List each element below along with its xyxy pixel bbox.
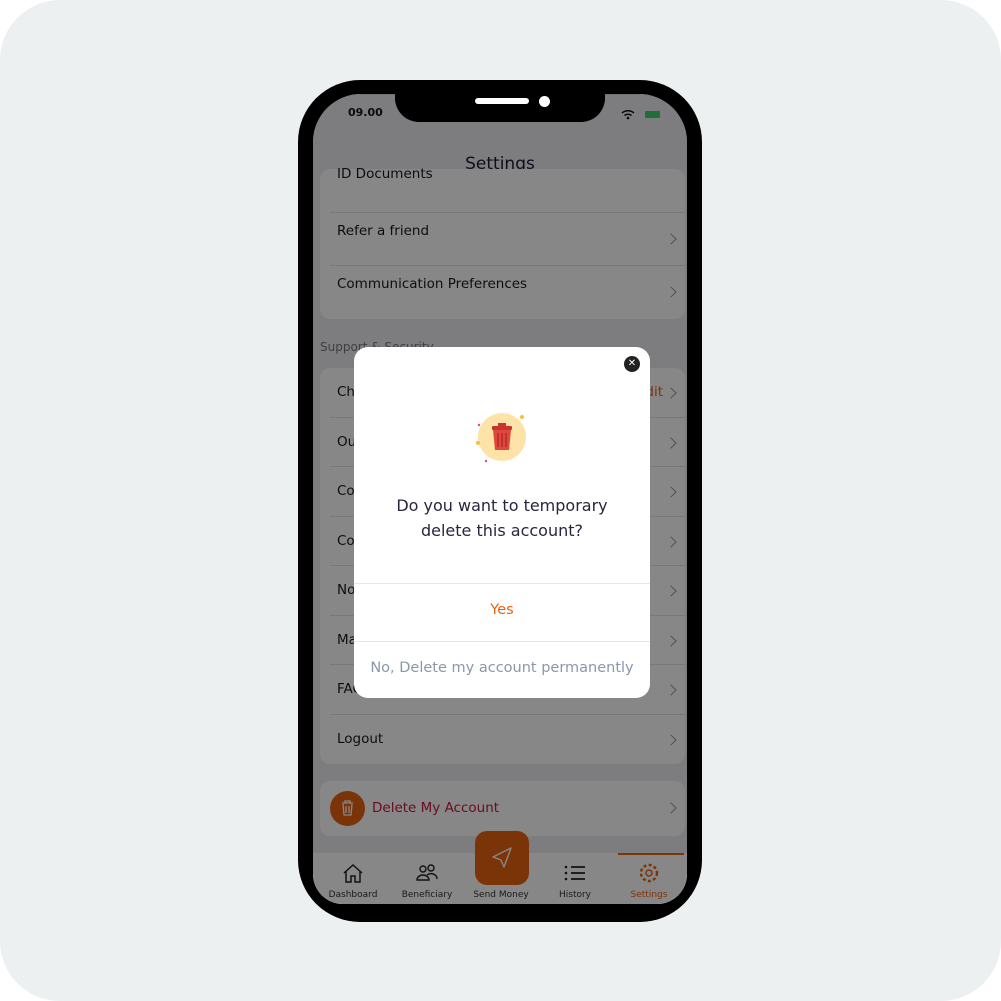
- speaker: [475, 98, 529, 104]
- dialog-question: Do you want to temporary delete this acc…: [396, 496, 608, 540]
- camera: [539, 96, 550, 107]
- divider: [354, 583, 650, 584]
- trash-icon: [476, 413, 526, 463]
- yes-button[interactable]: Yes: [354, 602, 650, 618]
- delete-permanently-button[interactable]: No, Delete my account permanently: [354, 660, 650, 676]
- delete-account-dialog: ✕ Do you want to temporary delete this a…: [354, 347, 650, 698]
- close-button[interactable]: ✕: [624, 356, 640, 372]
- divider: [354, 641, 650, 642]
